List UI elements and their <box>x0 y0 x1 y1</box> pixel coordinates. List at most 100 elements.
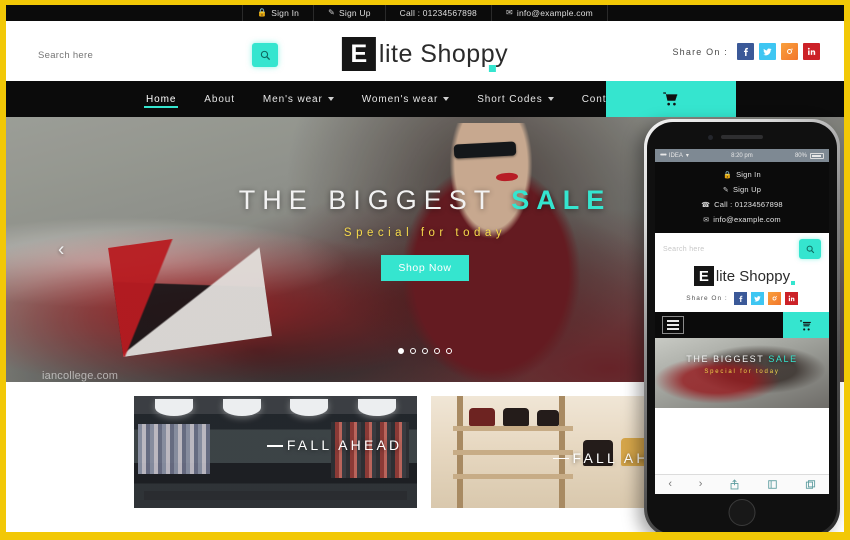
carousel-prev-arrow[interactable]: ‹ <box>58 240 64 259</box>
twitter-icon[interactable] <box>759 43 776 60</box>
nav-item-womens-wear[interactable]: Women's wear <box>348 81 463 117</box>
battery-icon <box>809 152 824 159</box>
search-input[interactable] <box>38 49 248 61</box>
main-navigation: Home About Men's wear Women's wear Short… <box>6 81 844 117</box>
phone-hero-title: THE BIGGEST SALE <box>655 354 829 364</box>
linkedin-icon[interactable] <box>784 292 798 305</box>
phone-link-sign-up[interactable]: ✎ Sign Up <box>655 182 829 197</box>
phone-search-input[interactable]: Search here <box>663 246 704 253</box>
lock-icon: 🔒 <box>257 8 268 17</box>
topbar-item-email[interactable]: ✉ info@example.com <box>492 5 608 21</box>
phone-browser-toolbar: ‹ › <box>655 474 829 494</box>
phone-search-row: Search here <box>663 239 821 259</box>
search-button[interactable] <box>252 43 278 67</box>
ceiling-lamps <box>140 399 411 416</box>
carousel-dot[interactable] <box>434 348 440 354</box>
phone-label-call: Call : 01234567898 <box>714 200 783 209</box>
status-time: 8:20 pm <box>731 152 753 159</box>
store-shelf <box>453 426 573 431</box>
phone-cart-button[interactable] <box>783 312 829 338</box>
handbag <box>537 410 559 426</box>
nav-label-about: About <box>204 93 235 105</box>
phone-camera-icon <box>708 135 713 140</box>
carousel-dot[interactable] <box>446 348 452 354</box>
nav-label-short-codes: Short Codes <box>477 93 543 105</box>
topbar-label-sign-in: Sign In <box>271 8 300 18</box>
shop-now-button[interactable]: Shop Now <box>381 255 469 281</box>
phone-link-sign-in[interactable]: 🔒 Sign In <box>655 167 829 182</box>
nav-item-short-codes[interactable]: Short Codes <box>463 81 568 117</box>
phone-screen: •••• IDEA ▾ 8:20 pm 80% 🔒 Sign In ✎ Sign… <box>655 149 829 494</box>
back-chevron-icon[interactable]: ‹ <box>668 479 672 490</box>
nav-label-mens-wear: Men's wear <box>262 93 323 105</box>
phone-speaker <box>721 135 763 139</box>
lamp-icon <box>154 399 193 416</box>
share-label: Share On : <box>672 46 728 57</box>
phone-body: •••• IDEA ▾ 8:20 pm 80% 🔒 Sign In ✎ Sign… <box>647 122 837 532</box>
carousel-dot[interactable] <box>410 348 416 354</box>
phone-logo-accent-dot <box>791 281 795 285</box>
image-watermark: iancollege.com <box>42 370 119 382</box>
topbar-item-sign-up[interactable]: ✎ Sign Up <box>314 5 386 21</box>
handbag <box>503 408 529 426</box>
logo-accent-dot <box>489 65 497 72</box>
product-tile-clothing[interactable]: FALL AHEAD <box>134 396 417 508</box>
linkedin-icon[interactable] <box>803 43 820 60</box>
hamburger-menu-icon[interactable] <box>662 316 684 334</box>
phone-logo[interactable]: E lite Shoppy <box>663 266 821 286</box>
phone-home-button[interactable] <box>728 499 756 526</box>
phone-share-label: Share On : <box>686 295 728 302</box>
phone-icon: ☎ <box>701 201 711 209</box>
facebook-icon[interactable] <box>733 292 747 305</box>
site-logo[interactable]: E lite Shoppy <box>341 37 508 72</box>
instagram-icon[interactable] <box>781 43 798 60</box>
clothes-rack-left <box>138 424 210 474</box>
phone-label-email: info@example.com <box>713 215 781 224</box>
forward-chevron-icon[interactable]: › <box>699 479 703 490</box>
chevron-down-icon <box>327 97 334 101</box>
nav-item-mens-wear[interactable]: Men's wear <box>249 81 348 117</box>
cart-icon <box>800 319 811 331</box>
hero-title-main: THE BIGGEST <box>238 185 512 215</box>
screenshot-frame: 🔒 Sign In ✎ Sign Up ☎ Call : 01234567898… <box>0 0 850 540</box>
topbar-item-sign-in[interactable]: 🔒 Sign In <box>242 5 315 21</box>
lamp-icon <box>358 399 397 416</box>
carousel-dot[interactable] <box>398 348 404 354</box>
phone-share-bar: Share On : <box>663 292 821 305</box>
phone-hero-title-accent: SALE <box>768 354 798 364</box>
mail-icon: ✉ <box>703 216 710 224</box>
cart-icon <box>663 92 678 106</box>
instagram-icon[interactable] <box>767 292 781 305</box>
phone-search-button[interactable] <box>799 239 821 259</box>
carousel-dot[interactable] <box>422 348 428 354</box>
logo-badge: E <box>341 37 376 71</box>
topbar-label-email: info@example.com <box>516 8 593 18</box>
tabs-icon[interactable] <box>805 479 816 490</box>
cart-button[interactable] <box>606 81 736 117</box>
phone-logo-badge: E <box>693 266 714 286</box>
hero-title-accent: SALE <box>511 185 612 215</box>
nav-label-home: Home <box>146 93 177 105</box>
share-icon[interactable] <box>729 479 740 490</box>
topbar-label-call: Call : 01234567898 <box>399 8 477 18</box>
display-bench <box>144 491 407 500</box>
signup-icon: ✎ <box>722 186 729 194</box>
tile-caption-clothing: FALL AHEAD <box>266 437 403 454</box>
search-icon <box>806 245 814 253</box>
twitter-icon[interactable] <box>750 292 764 305</box>
phone-link-email[interactable]: ✉ info@example.com <box>655 212 829 227</box>
phone-hero-title-main: THE BIGGEST <box>686 354 769 364</box>
mail-icon: ✉ <box>505 8 513 17</box>
bookmarks-icon[interactable] <box>767 479 778 490</box>
phone-header: Search here E lite Shoppy Share On: <box>655 233 829 312</box>
phone-link-call[interactable]: ☎ Call : 01234567898 <box>655 197 829 212</box>
website-preview: 🔒 Sign In ✎ Sign Up ☎ Call : 01234567898… <box>6 5 844 532</box>
topbar-item-call[interactable]: ☎ Call : 01234567898 <box>386 5 840 532</box>
nav-item-about[interactable]: About <box>190 81 249 117</box>
phone-mockup: •••• IDEA ▾ 8:20 pm 80% 🔒 Sign In ✎ Sign… <box>644 119 840 532</box>
nav-item-home[interactable]: Home <box>132 81 190 117</box>
handbag <box>469 408 495 426</box>
lamp-icon <box>222 399 261 416</box>
share-bar: Share On : <box>672 43 820 60</box>
facebook-icon[interactable] <box>737 43 754 60</box>
